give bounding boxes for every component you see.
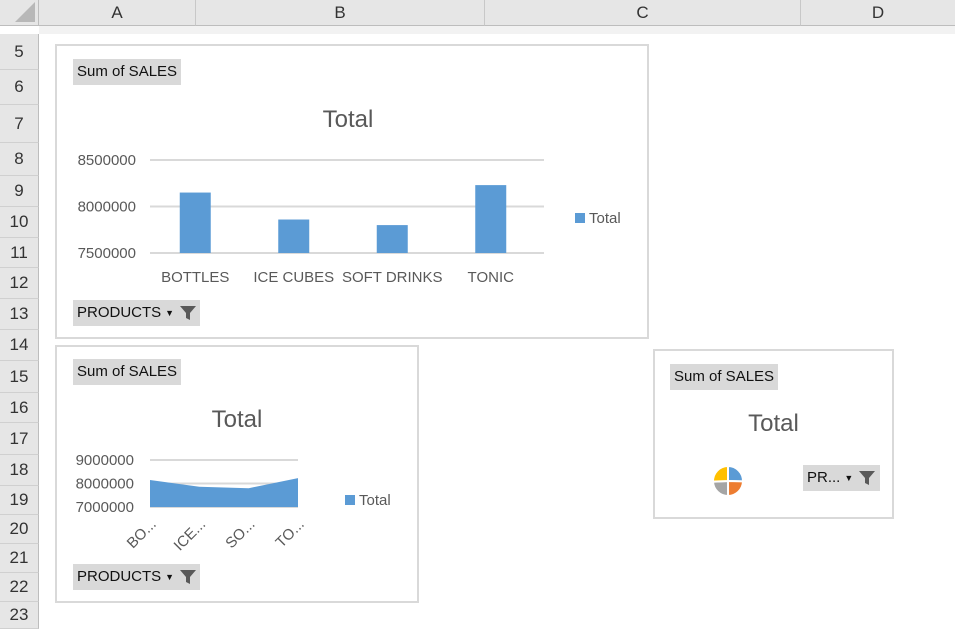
row-label: 10 (9, 212, 29, 231)
filter-button-label: PRODUCTS (77, 568, 162, 585)
pie-chart[interactable]: Sum of SALES Total PR... ▼ (653, 349, 894, 519)
row-header-17[interactable]: 17 (0, 423, 39, 455)
row-label: 21 (9, 548, 29, 567)
sheet-top-band (39, 26, 955, 34)
row-header-5[interactable]: 5 (0, 34, 39, 70)
row-label: 15 (9, 366, 29, 386)
row-label: 23 (9, 605, 29, 624)
field-button-label: Sum of SALES (674, 368, 775, 385)
dropdown-arrow-icon: ▼ (844, 473, 854, 484)
x-tick-label: BO... (124, 516, 160, 552)
bar-chart[interactable]: Sum of SALES Total 7500000 8000000 8500000… (55, 44, 649, 339)
chart-legend: Total (345, 492, 391, 509)
row-label: 16 (9, 397, 29, 417)
row-label: 17 (9, 428, 29, 448)
select-all-triangle (15, 2, 35, 22)
row-label: 18 (9, 460, 29, 479)
y-tick-label: 7000000 (76, 499, 134, 516)
field-button-sum-of-sales[interactable]: Sum of SALES (670, 364, 779, 390)
column-header-d[interactable]: D (801, 0, 955, 26)
row-label: 5 (14, 41, 24, 61)
row-header-12[interactable]: 12 (0, 268, 39, 299)
y-tick-label: 9000000 (76, 452, 134, 469)
row-header-16[interactable]: 16 (0, 393, 39, 423)
column-header-c[interactable]: C (485, 0, 801, 26)
y-tick-label: 7500000 (78, 245, 136, 262)
pie-slice[interactable] (726, 479, 745, 498)
row-header-22[interactable]: 22 (0, 573, 39, 602)
area-chart[interactable]: Sum of SALES Total 7000000 8000000 9000000… (55, 345, 419, 603)
chart-title: Total (748, 410, 799, 437)
row-label: 20 (9, 519, 29, 538)
row-label: 7 (14, 113, 24, 133)
x-tick-label: BOTTLES (161, 269, 229, 286)
row-label: 12 (9, 273, 29, 292)
select-all-corner[interactable] (0, 0, 39, 26)
x-tick-label: SOFT DRINKS (342, 269, 443, 286)
row-label: 19 (9, 490, 29, 509)
row-label: 6 (14, 77, 24, 96)
y-tick-label: 8500000 (78, 152, 136, 169)
bar[interactable] (475, 185, 507, 253)
filter-button-products[interactable]: PR... ▼ (803, 465, 880, 491)
chart-legend: Total (575, 210, 621, 227)
column-label: A (111, 2, 123, 22)
column-label: B (334, 2, 346, 22)
filter-icon (180, 306, 197, 321)
row-label: 14 (9, 335, 29, 354)
row-label: 9 (14, 181, 24, 200)
bar[interactable] (376, 225, 408, 253)
y-tick-label: 8000000 (78, 199, 136, 216)
row-header-6[interactable]: 6 (0, 70, 39, 105)
filter-icon (859, 471, 876, 486)
x-tick-label: ICE... (171, 516, 210, 555)
legend-swatch (345, 495, 355, 505)
pie-slice[interactable] (711, 479, 730, 498)
pie-plot-area (711, 464, 745, 498)
filter-button-products[interactable]: PRODUCTS ▼ (73, 300, 200, 326)
filter-icon (180, 570, 197, 585)
row-header-20[interactable]: 20 (0, 515, 39, 544)
dropdown-arrow-icon: ▼ (165, 572, 175, 583)
row-header-23[interactable]: 23 (0, 602, 39, 629)
row-header-9[interactable]: 9 (0, 176, 39, 207)
row-label: 22 (9, 577, 29, 596)
row-label: 11 (10, 242, 28, 262)
row-header-14[interactable]: 14 (0, 330, 39, 361)
row-header-10[interactable]: 10 (0, 207, 39, 238)
filter-button-label: PRODUCTS (77, 304, 162, 321)
area-series[interactable] (150, 478, 298, 507)
row-header-8[interactable]: 8 (0, 143, 39, 176)
y-tick-label: 8000000 (76, 476, 134, 493)
row-header-21[interactable]: 21 (0, 544, 39, 573)
row-header-7[interactable]: 7 (0, 105, 39, 143)
row-header-15[interactable]: 15 (0, 361, 39, 393)
legend-swatch (575, 213, 585, 223)
bar[interactable] (278, 219, 310, 253)
legend-label: Total (359, 492, 391, 509)
x-tick-label: SO... (222, 516, 258, 552)
legend-label: Total (589, 210, 621, 227)
x-tick-label: ICE CUBES (253, 269, 334, 286)
dropdown-arrow-icon: ▼ (165, 308, 175, 319)
column-label: D (871, 2, 885, 22)
row-label: 13 (9, 304, 29, 323)
pie-slice[interactable] (712, 464, 729, 483)
bar[interactable] (179, 192, 211, 253)
row-header-11[interactable]: 11 (0, 238, 39, 268)
filter-button-products[interactable]: PRODUCTS ▼ (73, 564, 200, 590)
pie-slice[interactable] (727, 464, 744, 483)
bar-plot-area: 7500000 8000000 8500000 BOTTLES ICE CUBES SOF… (78, 152, 544, 286)
row-label: 8 (14, 149, 24, 168)
x-tick-label: TONIC (468, 269, 515, 286)
column-label: C (636, 2, 649, 22)
column-header-b[interactable]: B (196, 0, 485, 26)
row-header-18[interactable]: 18 (0, 455, 39, 486)
row-header-19[interactable]: 19 (0, 486, 39, 515)
x-tick-label: TO... (272, 516, 307, 551)
row-header-13[interactable]: 13 (0, 299, 39, 330)
filter-button-label: PR... (807, 469, 841, 486)
column-header-a[interactable]: A (39, 0, 196, 26)
